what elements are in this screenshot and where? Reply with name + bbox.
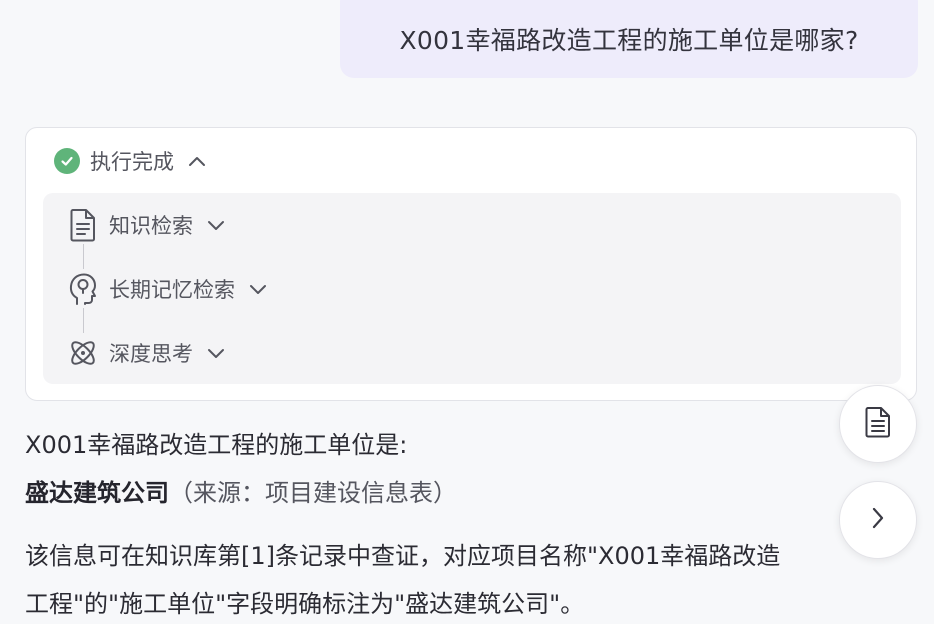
step-knowledge-search[interactable]: 知识检索: [67, 207, 225, 243]
document-button[interactable]: [839, 385, 917, 463]
answer-company: 盛达建筑公司: [25, 479, 169, 507]
answer-result: 盛达建筑公司（来源：项目建设信息表）: [25, 473, 457, 508]
execution-steps: 知识检索 长期记忆检索 深度思考: [43, 193, 901, 384]
document-icon: [67, 207, 99, 243]
chevron-up-icon: [188, 155, 206, 167]
atom-icon: [67, 335, 99, 371]
step-deep-thinking[interactable]: 深度思考: [67, 335, 225, 371]
chevron-down-icon: [207, 219, 225, 231]
brain-head-icon: [67, 271, 99, 307]
chevron-down-icon: [249, 283, 267, 295]
answer-intro: X001幸福路改造工程的施工单位是:: [25, 431, 408, 459]
step-label: 深度思考: [109, 342, 193, 366]
check-circle-icon: [54, 148, 80, 174]
execution-status-label: 执行完成: [90, 150, 174, 174]
step-label: 知识检索: [109, 214, 193, 238]
step-label: 长期记忆检索: [109, 278, 235, 302]
document-icon: [864, 406, 892, 442]
next-button[interactable]: [839, 481, 917, 559]
chevron-right-icon: [870, 505, 886, 535]
chevron-down-icon: [207, 347, 225, 359]
user-message-text: X001幸福路改造工程的施工单位是哪家?: [399, 26, 859, 55]
execution-panel: 执行完成 知识检索 长期记忆检索 深度思考: [25, 127, 917, 401]
step-connector: [83, 244, 84, 269]
answer-detail-line: 该信息可在知识库第[1]条记录中查证，对应项目名称"X001幸福路改造: [25, 542, 781, 570]
answer-detail-line: 工程"的"施工单位"字段明确标注为"盛达建筑公司"。: [25, 590, 585, 618]
step-memory-search[interactable]: 长期记忆检索: [67, 271, 267, 307]
execution-toggle[interactable]: 执行完成: [54, 146, 206, 176]
step-connector: [83, 308, 84, 333]
answer-source: （来源：项目建设信息表）: [169, 479, 457, 507]
user-message-bubble: X001幸福路改造工程的施工单位是哪家?: [340, 0, 918, 78]
